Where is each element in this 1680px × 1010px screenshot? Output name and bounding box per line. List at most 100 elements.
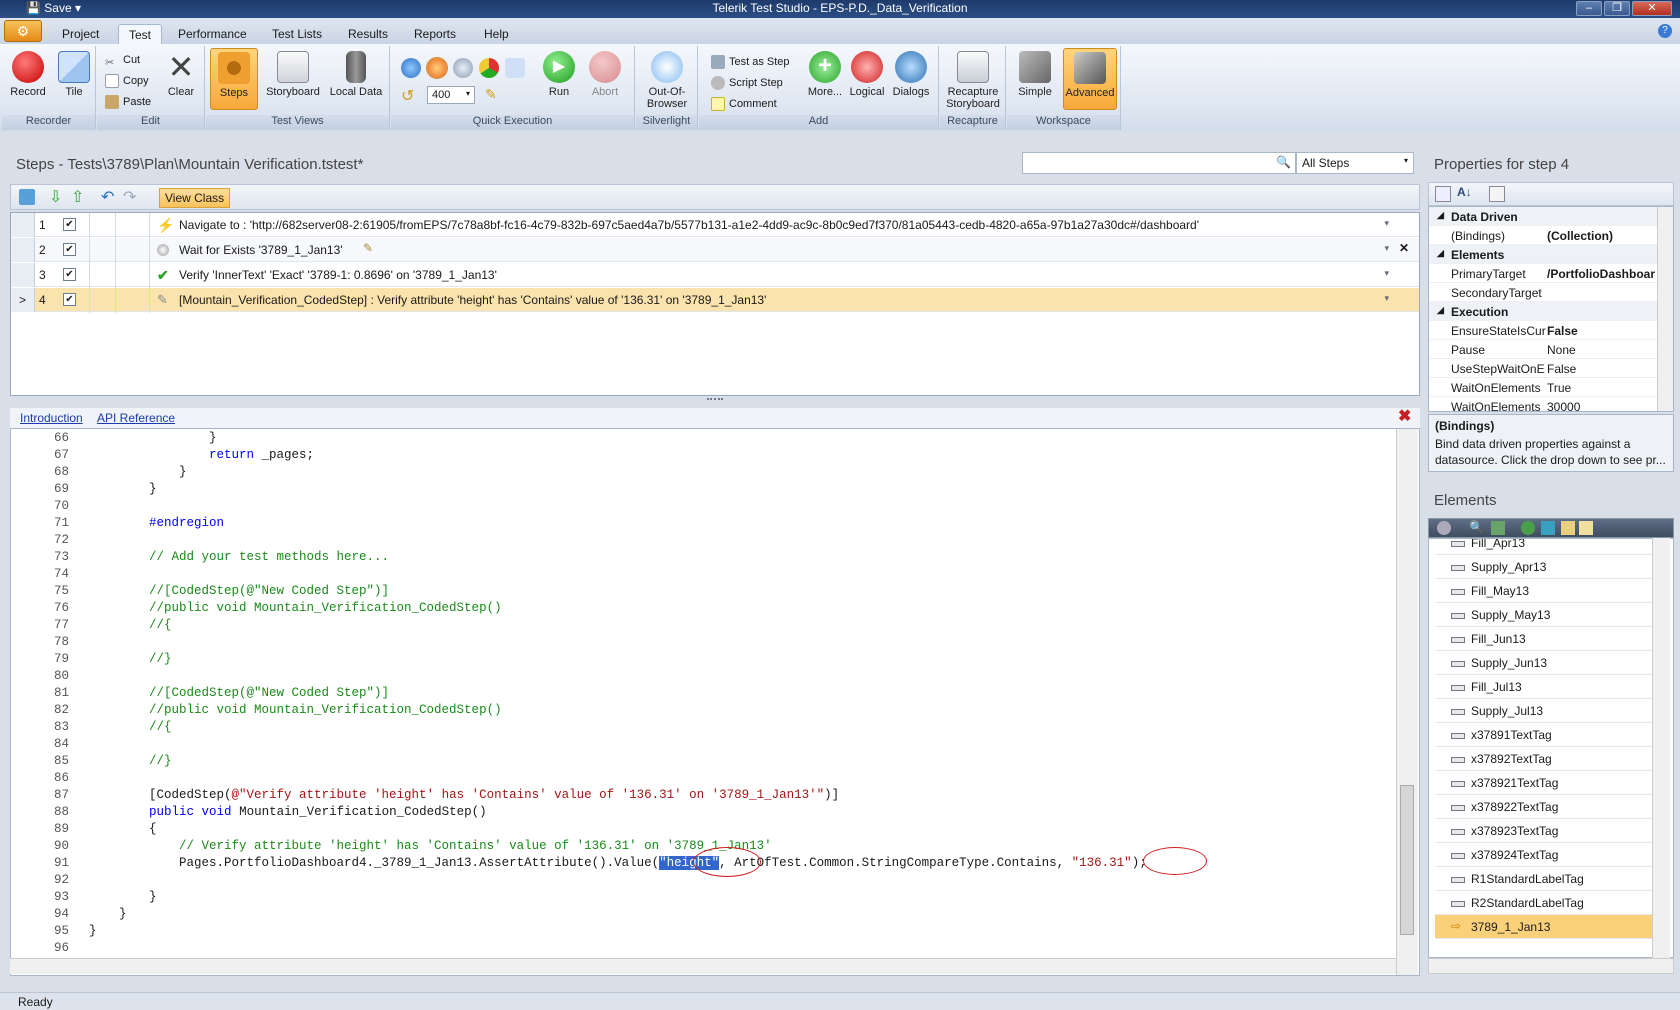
internet-explorer-icon[interactable]	[401, 58, 421, 78]
element-item[interactable]: Supply_Apr13	[1435, 555, 1653, 579]
chrome-icon[interactable]	[479, 58, 499, 78]
property-value[interactable]: 30000	[1547, 400, 1655, 411]
property-value[interactable]: True	[1547, 381, 1655, 395]
close-code-icon[interactable]: ✖	[1398, 409, 1414, 425]
element-explorer-icon[interactable]	[1541, 521, 1555, 535]
collapse-icon[interactable]: ◢	[1437, 305, 1444, 316]
element-item[interactable]: Fill_Apr13	[1435, 539, 1653, 555]
property-category[interactable]: ◢ Elements	[1429, 245, 1657, 264]
minimize-button[interactable]: –	[1576, 1, 1602, 16]
out-of-browser-button[interactable]: Out-Of- Browser	[641, 48, 693, 110]
element-item[interactable]: R2StandardLabelTag	[1435, 891, 1653, 915]
property-row[interactable]: Pause None	[1429, 340, 1657, 359]
categorized-icon[interactable]	[1435, 186, 1451, 202]
refresh-icon[interactable]	[1521, 521, 1535, 535]
logical-button[interactable]: Logical	[843, 48, 891, 110]
record-button[interactable]: Record	[4, 48, 52, 110]
recapture-storyboard-button[interactable]: Recapture Storyboard	[943, 48, 1003, 110]
steps-button[interactable]: Steps	[210, 48, 258, 110]
comment-button[interactable]: Comment	[709, 94, 777, 114]
element-item[interactable]: x37891TextTag	[1435, 723, 1653, 747]
elements-scrollbar[interactable]	[1652, 538, 1670, 958]
step-row-selected[interactable]: > 4 ✔ ✎ [Mountain_Verification_CodedStep…	[11, 288, 1419, 312]
dialogs-button[interactable]: Dialogs	[887, 48, 935, 110]
steps-search-input[interactable]: 🔍	[1022, 152, 1296, 174]
property-value[interactable]: /PortfolioDashboard	[1547, 267, 1655, 281]
run-button[interactable]: ▶ Run	[535, 48, 583, 110]
silverlight-browser-icon[interactable]	[505, 58, 525, 78]
step-row[interactable]: 3 ✔ ✔ Verify 'InnerText' 'Exact' '3789-1…	[11, 263, 1419, 287]
element-item[interactable]: Supply_May13	[1435, 603, 1653, 627]
property-value[interactable]: False	[1547, 324, 1655, 338]
element-settings-icon[interactable]	[1437, 521, 1451, 535]
api-reference-link[interactable]: API Reference	[97, 411, 175, 425]
simple-button[interactable]: Simple	[1011, 48, 1059, 110]
property-category[interactable]: ◢ Execution	[1429, 302, 1657, 321]
property-row[interactable]: SecondaryTarget	[1429, 283, 1657, 302]
step-enabled-checkbox[interactable]: ✔	[63, 243, 76, 256]
introduction-link[interactable]: Introduction	[20, 411, 83, 425]
element-item[interactable]: x378923TextTag	[1435, 819, 1653, 843]
property-row[interactable]: EnsureStateIsCur False	[1429, 321, 1657, 340]
highlight-icon[interactable]: ✎	[485, 86, 503, 104]
element-item[interactable]: Supply_Jun13	[1435, 651, 1653, 675]
property-row[interactable]: (Bindings) (Collection)	[1429, 226, 1657, 245]
steps-filter-select[interactable]: All Steps ▾	[1296, 152, 1414, 174]
tab-performance[interactable]: Performance	[168, 24, 257, 44]
step-dropdown-icon[interactable]: ▾	[1384, 293, 1389, 304]
property-row[interactable]: UseStepWaitOnE False	[1429, 359, 1657, 378]
elements-horizontal-scrollbar[interactable]	[1428, 958, 1674, 974]
move-up-icon[interactable]: ⇧	[71, 187, 84, 207]
close-window-button[interactable]: ✕	[1632, 1, 1672, 16]
undo-icon[interactable]: ↶	[101, 187, 114, 207]
firefox-icon[interactable]	[426, 57, 448, 79]
local-data-button[interactable]: Local Data	[326, 48, 386, 110]
element-item[interactable]: x378921TextTag	[1435, 771, 1653, 795]
speed-select[interactable]: 400 ▾	[427, 86, 475, 104]
code-vertical-scrollbar[interactable]	[1396, 429, 1418, 975]
cut-button[interactable]: ✂ Cut	[103, 50, 140, 70]
safari-icon[interactable]	[453, 58, 473, 78]
step-row[interactable]: 1 ✔ ⚡ Navigate to : 'http://682server08-…	[11, 213, 1419, 237]
application-menu-button[interactable]: ⚙	[4, 20, 42, 42]
step-dropdown-icon[interactable]: ▾	[1384, 218, 1389, 229]
element-item[interactable]: x37892TextTag	[1435, 747, 1653, 771]
storyboard-button[interactable]: Storyboard	[262, 48, 324, 110]
row-selector[interactable]	[11, 238, 35, 262]
redo-icon[interactable]: ↷	[123, 187, 136, 207]
row-selector[interactable]	[11, 213, 35, 237]
tile-button[interactable]: Tile	[50, 48, 98, 110]
element-item[interactable]: Fill_May13	[1435, 579, 1653, 603]
edit-pencil-icon[interactable]: ✎	[363, 241, 373, 255]
element-copy-icon[interactable]	[1579, 521, 1593, 535]
step-enabled-checkbox[interactable]: ✔	[63, 293, 76, 306]
panel-splitter[interactable]	[10, 397, 1420, 405]
tab-project[interactable]: Project	[52, 24, 109, 44]
tab-help[interactable]: Help	[474, 24, 519, 44]
tab-test[interactable]: Test	[118, 24, 163, 44]
element-item[interactable]: Fill_Jun13	[1435, 627, 1653, 651]
move-down-icon[interactable]: ⇩	[49, 187, 62, 207]
step-enabled-checkbox[interactable]: ✔	[63, 268, 76, 281]
element-item[interactable]: x378924TextTag	[1435, 843, 1653, 867]
help-icon[interactable]: ?	[1658, 24, 1672, 38]
row-selector[interactable]	[11, 263, 35, 287]
code-horizontal-scrollbar[interactable]	[10, 958, 1396, 974]
paste-button[interactable]: Paste	[103, 92, 151, 112]
step-dropdown-icon[interactable]: ▾	[1384, 243, 1389, 254]
delete-step-icon[interactable]: ✕	[1399, 241, 1409, 255]
element-item[interactable]: Supply_Jul13	[1435, 699, 1653, 723]
maximize-button[interactable]: ❐	[1604, 1, 1630, 16]
step-properties-icon[interactable]	[19, 189, 35, 205]
element-item[interactable]: Fill_Jul13	[1435, 675, 1653, 699]
clear-button[interactable]: ✕ Clear	[157, 48, 205, 110]
step-enabled-checkbox[interactable]: ✔	[63, 218, 76, 231]
property-value[interactable]: None	[1547, 343, 1655, 357]
element-sort-icon[interactable]	[1491, 521, 1505, 535]
advanced-button[interactable]: Advanced	[1063, 48, 1117, 110]
view-class-button[interactable]: View Class	[159, 188, 231, 208]
property-pages-icon[interactable]	[1489, 186, 1505, 202]
annotate-icon[interactable]: ↺	[401, 86, 419, 105]
property-row[interactable]: WaitOnElements True	[1429, 378, 1657, 397]
row-selector[interactable]: >	[11, 288, 35, 312]
